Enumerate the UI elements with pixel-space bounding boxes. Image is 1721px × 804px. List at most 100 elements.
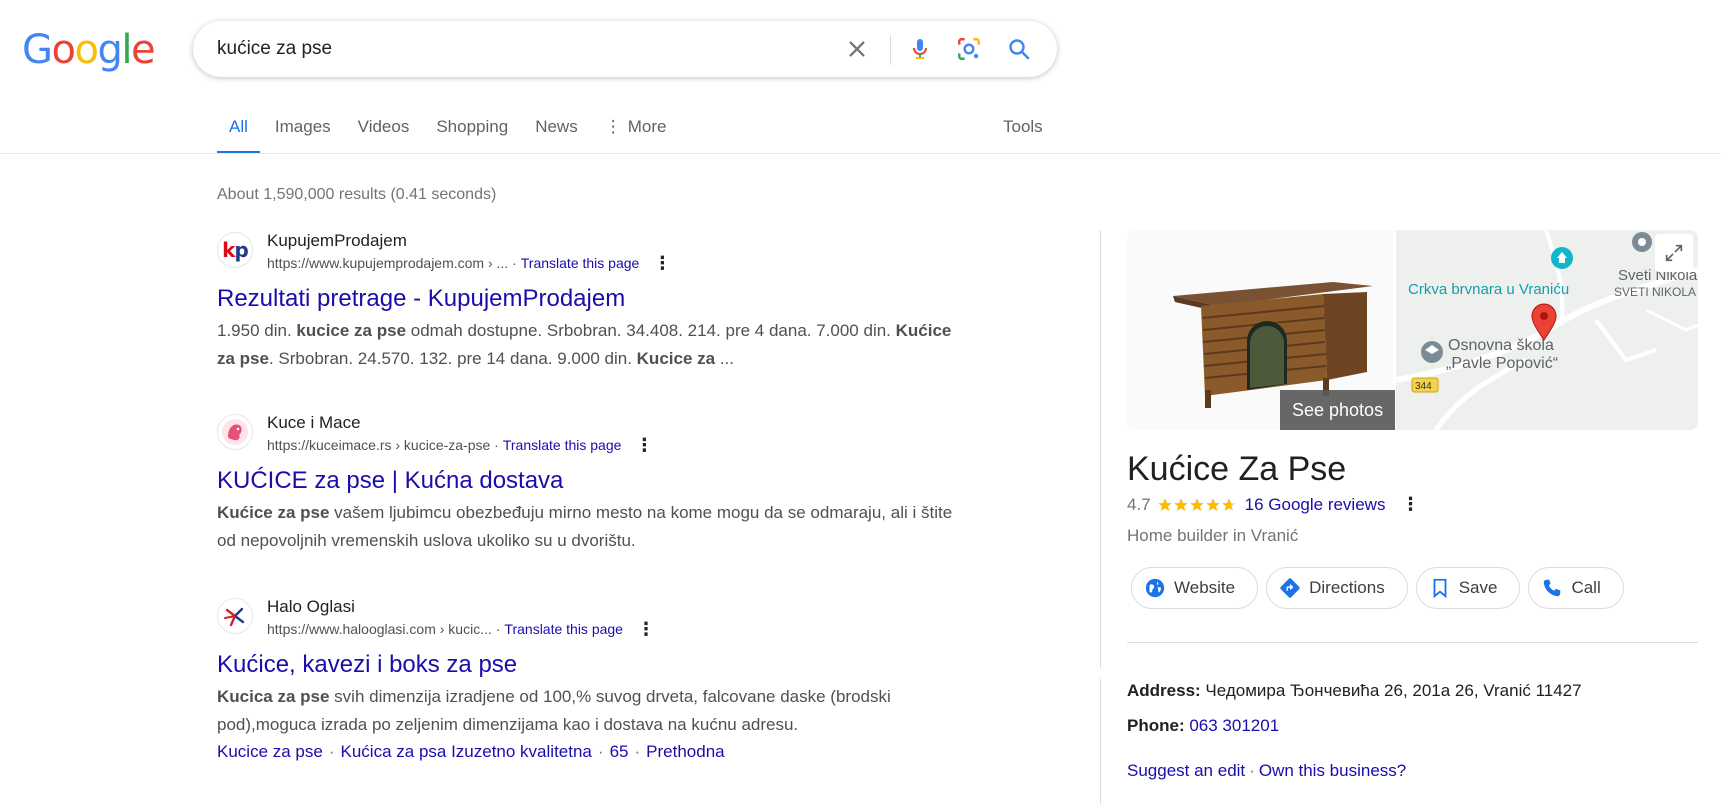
- search-input[interactable]: [217, 35, 797, 63]
- suggest-edit-link[interactable]: Suggest an edit: [1127, 761, 1245, 780]
- save-label: Save: [1458, 578, 1498, 597]
- star-icon: [1189, 497, 1204, 511]
- more-options-icon[interactable]: ⋮: [637, 620, 655, 638]
- star-icon: [1157, 497, 1172, 511]
- snippet-keyword: Kucice za: [636, 349, 716, 368]
- snippet-keyword: Kucica za pse: [217, 687, 330, 706]
- more-options-icon[interactable]: ⋮: [653, 254, 671, 272]
- map-road-number: 344: [1415, 381, 1432, 392]
- more-vert-icon: ⋮: [604, 117, 622, 136]
- map-image: Crkva brvnara u Vraniću Sveti Nikola SVE…: [1396, 230, 1698, 430]
- address-label: Address:: [1127, 681, 1201, 700]
- search-result: Kuce i Mace https://kuceimace.rs › kucic…: [217, 412, 977, 555]
- reviews-link[interactable]: 16 Google reviews: [1245, 495, 1386, 515]
- address-value: Чедомира Ђончевића 26, 201а 26, Vranić 1…: [1205, 681, 1582, 700]
- sitelink[interactable]: Prethodna: [646, 742, 724, 761]
- result-title[interactable]: Kućice, kavezi i boks za pse: [217, 649, 977, 681]
- microphone-icon[interactable]: [906, 35, 934, 63]
- kupujemprodajem-favicon: kp: [217, 232, 253, 268]
- map-label-school: Osnovna škola: [1448, 337, 1554, 354]
- business-rating: 4.7 16 Google reviews ⋮: [1127, 494, 1419, 515]
- search-box: [193, 21, 1057, 77]
- result-snippet: Kućice za pse vašem ljubimcu obezbeđuju …: [217, 499, 957, 555]
- clear-icon[interactable]: [843, 35, 871, 63]
- website-button[interactable]: Website: [1131, 567, 1259, 609]
- result-snippet: 1.950 din. kucice za pse odmah dostupne.…: [217, 317, 957, 373]
- rating-stars: [1157, 497, 1237, 513]
- call-label: Call: [1571, 578, 1601, 597]
- kuceimace-favicon: [217, 414, 253, 450]
- school-pin-icon: [1421, 341, 1443, 363]
- map-label-school-name: „Pavle Popović“: [1446, 355, 1558, 372]
- expand-map-button[interactable]: [1655, 234, 1693, 272]
- business-edit-links: Suggest an edit · Own this business?: [1127, 761, 1407, 780]
- tab-all[interactable]: All: [217, 112, 260, 154]
- more-options-icon[interactable]: ⋮: [635, 436, 653, 454]
- phone-label: Phone:: [1127, 716, 1185, 735]
- business-map[interactable]: Crkva brvnara u Vraniću Sveti Nikola SVE…: [1396, 230, 1698, 430]
- snippet-text: ...: [715, 349, 734, 368]
- address-row: Address: Чедомира Ђончевића 26, 201а 26,…: [1127, 681, 1582, 701]
- search-result: Halo Oglasi https://www.halooglasi.com ›…: [217, 596, 977, 765]
- more-options-icon[interactable]: ⋮: [1401, 494, 1419, 515]
- result-url[interactable]: https://kuceimace.rs › kucice-za-pse ·: [267, 434, 499, 456]
- translate-link[interactable]: Translate this page: [504, 618, 623, 640]
- see-photos-button[interactable]: See photos: [1280, 390, 1396, 430]
- result-site-name[interactable]: KupujemProdajem: [267, 230, 671, 252]
- snippet-text: odmah dostupne. Srbobran. 34.408. 214. p…: [406, 321, 896, 340]
- logo-letter: g: [97, 27, 122, 73]
- tab-images[interactable]: Images: [270, 112, 336, 154]
- dog-cat-logo-icon: [222, 419, 248, 445]
- map-label-church: Crkva brvnara u Vraniću: [1408, 281, 1569, 298]
- logo-letter: l: [121, 27, 132, 73]
- search-tabs: All Images Videos Shopping News ⋮ More: [217, 112, 688, 154]
- result-stats: About 1,590,000 results (0.41 seconds): [217, 186, 497, 203]
- phone-row: Phone: 063 301201: [1127, 716, 1279, 736]
- bookmark-icon: [1433, 578, 1447, 599]
- tools-button[interactable]: Tools: [1003, 117, 1043, 137]
- panel-separator: [1100, 679, 1101, 804]
- result-url[interactable]: https://www.halooglasi.com › kucic... ·: [267, 618, 500, 640]
- result-site-name[interactable]: Kuce i Mace: [267, 412, 653, 434]
- sitelink[interactable]: Kucice za pse: [217, 742, 323, 761]
- star-icon: [1173, 497, 1188, 511]
- result-site-name[interactable]: Halo Oglasi: [267, 596, 655, 618]
- search-icon[interactable]: [1005, 35, 1033, 63]
- result-url[interactable]: https://www.kupujemprodajem.com › ... ·: [267, 252, 517, 274]
- save-button[interactable]: Save: [1415, 567, 1521, 609]
- translate-link[interactable]: Translate this page: [503, 434, 622, 456]
- tab-videos[interactable]: Videos: [353, 112, 415, 154]
- snippet-keyword: Kućice za pse: [217, 503, 330, 522]
- search-result: kp KupujemProdajem https://www.kupujempr…: [217, 230, 977, 373]
- result-snippet: Kucica za pse svih dimenzija izradjene o…: [217, 683, 957, 739]
- church-pin-icon: [1551, 247, 1573, 269]
- map-label-sveti-caps: SVETI NIKOLA: [1614, 285, 1696, 299]
- call-button[interactable]: Call: [1528, 567, 1624, 609]
- logo-letter: o: [51, 27, 76, 73]
- website-label: Website: [1174, 578, 1236, 597]
- directions-button[interactable]: Directions: [1266, 567, 1408, 609]
- globe-icon: [1145, 578, 1165, 598]
- business-title: Kućice Za Pse: [1127, 450, 1347, 488]
- directions-icon: [1280, 578, 1300, 598]
- logo-letter: G: [22, 27, 53, 73]
- tab-news[interactable]: News: [530, 112, 583, 154]
- halo-oglasi-logo-icon: [224, 607, 245, 627]
- sitelink[interactable]: Kućica za psa Izuzetno kvalitetna: [341, 742, 592, 761]
- tab-more[interactable]: ⋮ More: [600, 112, 672, 154]
- google-lens-icon[interactable]: [955, 35, 983, 63]
- result-title[interactable]: KUĆICE za pse | Kućna dostava: [217, 465, 977, 497]
- own-business-link[interactable]: Own this business?: [1259, 761, 1406, 780]
- business-category: Home builder in Vranić: [1127, 526, 1299, 545]
- phone-link[interactable]: 063 301201: [1189, 716, 1279, 735]
- snippet-text: 1.950 din.: [217, 321, 297, 340]
- result-sitelinks: Kucice za pse · Kućica za psa Izuzetno kva…: [217, 742, 725, 761]
- google-logo[interactable]: Google: [22, 27, 156, 73]
- sitelink[interactable]: 65: [610, 742, 629, 761]
- result-title[interactable]: Rezultati pretrage - KupujemProdajem: [217, 283, 977, 315]
- tab-shopping[interactable]: Shopping: [431, 112, 513, 154]
- panel-divider: [1127, 642, 1698, 643]
- tab-more-label: More: [627, 117, 667, 136]
- star-icon: [1205, 497, 1220, 511]
- translate-link[interactable]: Translate this page: [521, 252, 640, 274]
